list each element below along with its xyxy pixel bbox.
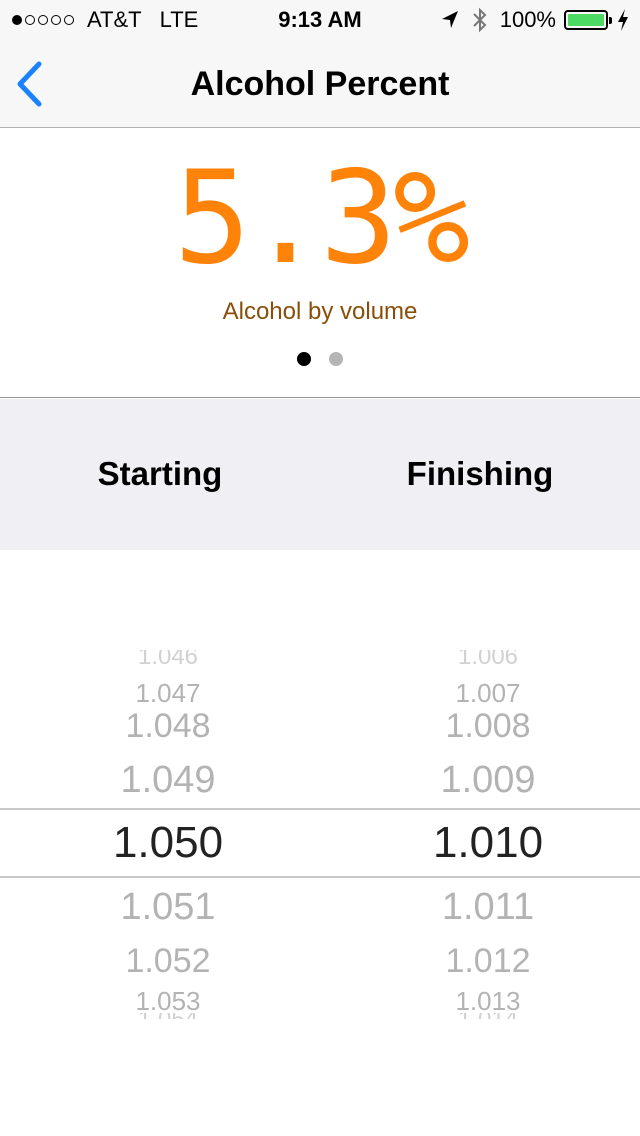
picker-fade-value: 1.014 [328, 1013, 640, 1019]
picker-fade-value: 1.006 [457, 650, 519, 664]
location-arrow-icon [441, 11, 458, 28]
page-dot-1[interactable] [297, 352, 311, 366]
abv-value: 5.3% [173, 144, 470, 293]
finishing-value-above-2[interactable]: 1.008 [328, 707, 640, 746]
finishing-selected-value[interactable]: 1.010 [328, 818, 640, 868]
finishing-value-above-1[interactable]: 1.009 [328, 759, 640, 802]
picker-fade-value: 1.046 [137, 650, 199, 664]
battery-icon [564, 10, 612, 30]
picker-fade-value: 1.054 [8, 1013, 328, 1019]
bluetooth-icon [473, 7, 487, 33]
starting-value-above-1[interactable]: 1.049 [8, 759, 328, 802]
status-bar: AT&T LTE 9:13 AM 100% [0, 0, 640, 40]
starting-value-above-2[interactable]: 1.048 [8, 707, 328, 746]
finishing-value-above-3[interactable]: 1.007 [328, 678, 640, 709]
finishing-value-below-2[interactable]: 1.012 [328, 942, 640, 981]
starting-header: Starting [97, 455, 223, 492]
battery-percent: 100% [499, 7, 556, 32]
gravity-header: Starting Finishing [0, 399, 640, 550]
starting-value-below-1[interactable]: 1.051 [8, 886, 328, 929]
abv-label: Alcohol by volume [222, 298, 418, 325]
starting-gravity-wheel[interactable]: 1.046 1.047 1.048 1.049 1.050 1.051 1.05… [8, 550, 328, 1136]
finishing-value-below-1[interactable]: 1.011 [328, 886, 640, 929]
navigation-bar: Alcohol Percent [0, 40, 640, 128]
page-control[interactable] [0, 352, 640, 366]
gravity-picker[interactable]: 1.046 1.047 1.048 1.049 1.050 1.051 1.05… [0, 550, 640, 1136]
page-title: Alcohol Percent [190, 65, 450, 103]
starting-value-below-2[interactable]: 1.052 [8, 942, 328, 981]
result-panel[interactable]: 5.3% Alcohol by volume [0, 128, 640, 398]
page-dot-2[interactable] [329, 352, 343, 366]
finishing-gravity-wheel[interactable]: 1.006 1.007 1.008 1.009 1.010 1.011 1.01… [328, 550, 640, 1136]
starting-selected-value[interactable]: 1.050 [8, 818, 328, 868]
starting-value-above-3[interactable]: 1.047 [8, 678, 328, 709]
charging-bolt-icon [618, 9, 628, 31]
finishing-header: Finishing [406, 455, 554, 492]
status-right: 100% [440, 6, 630, 34]
